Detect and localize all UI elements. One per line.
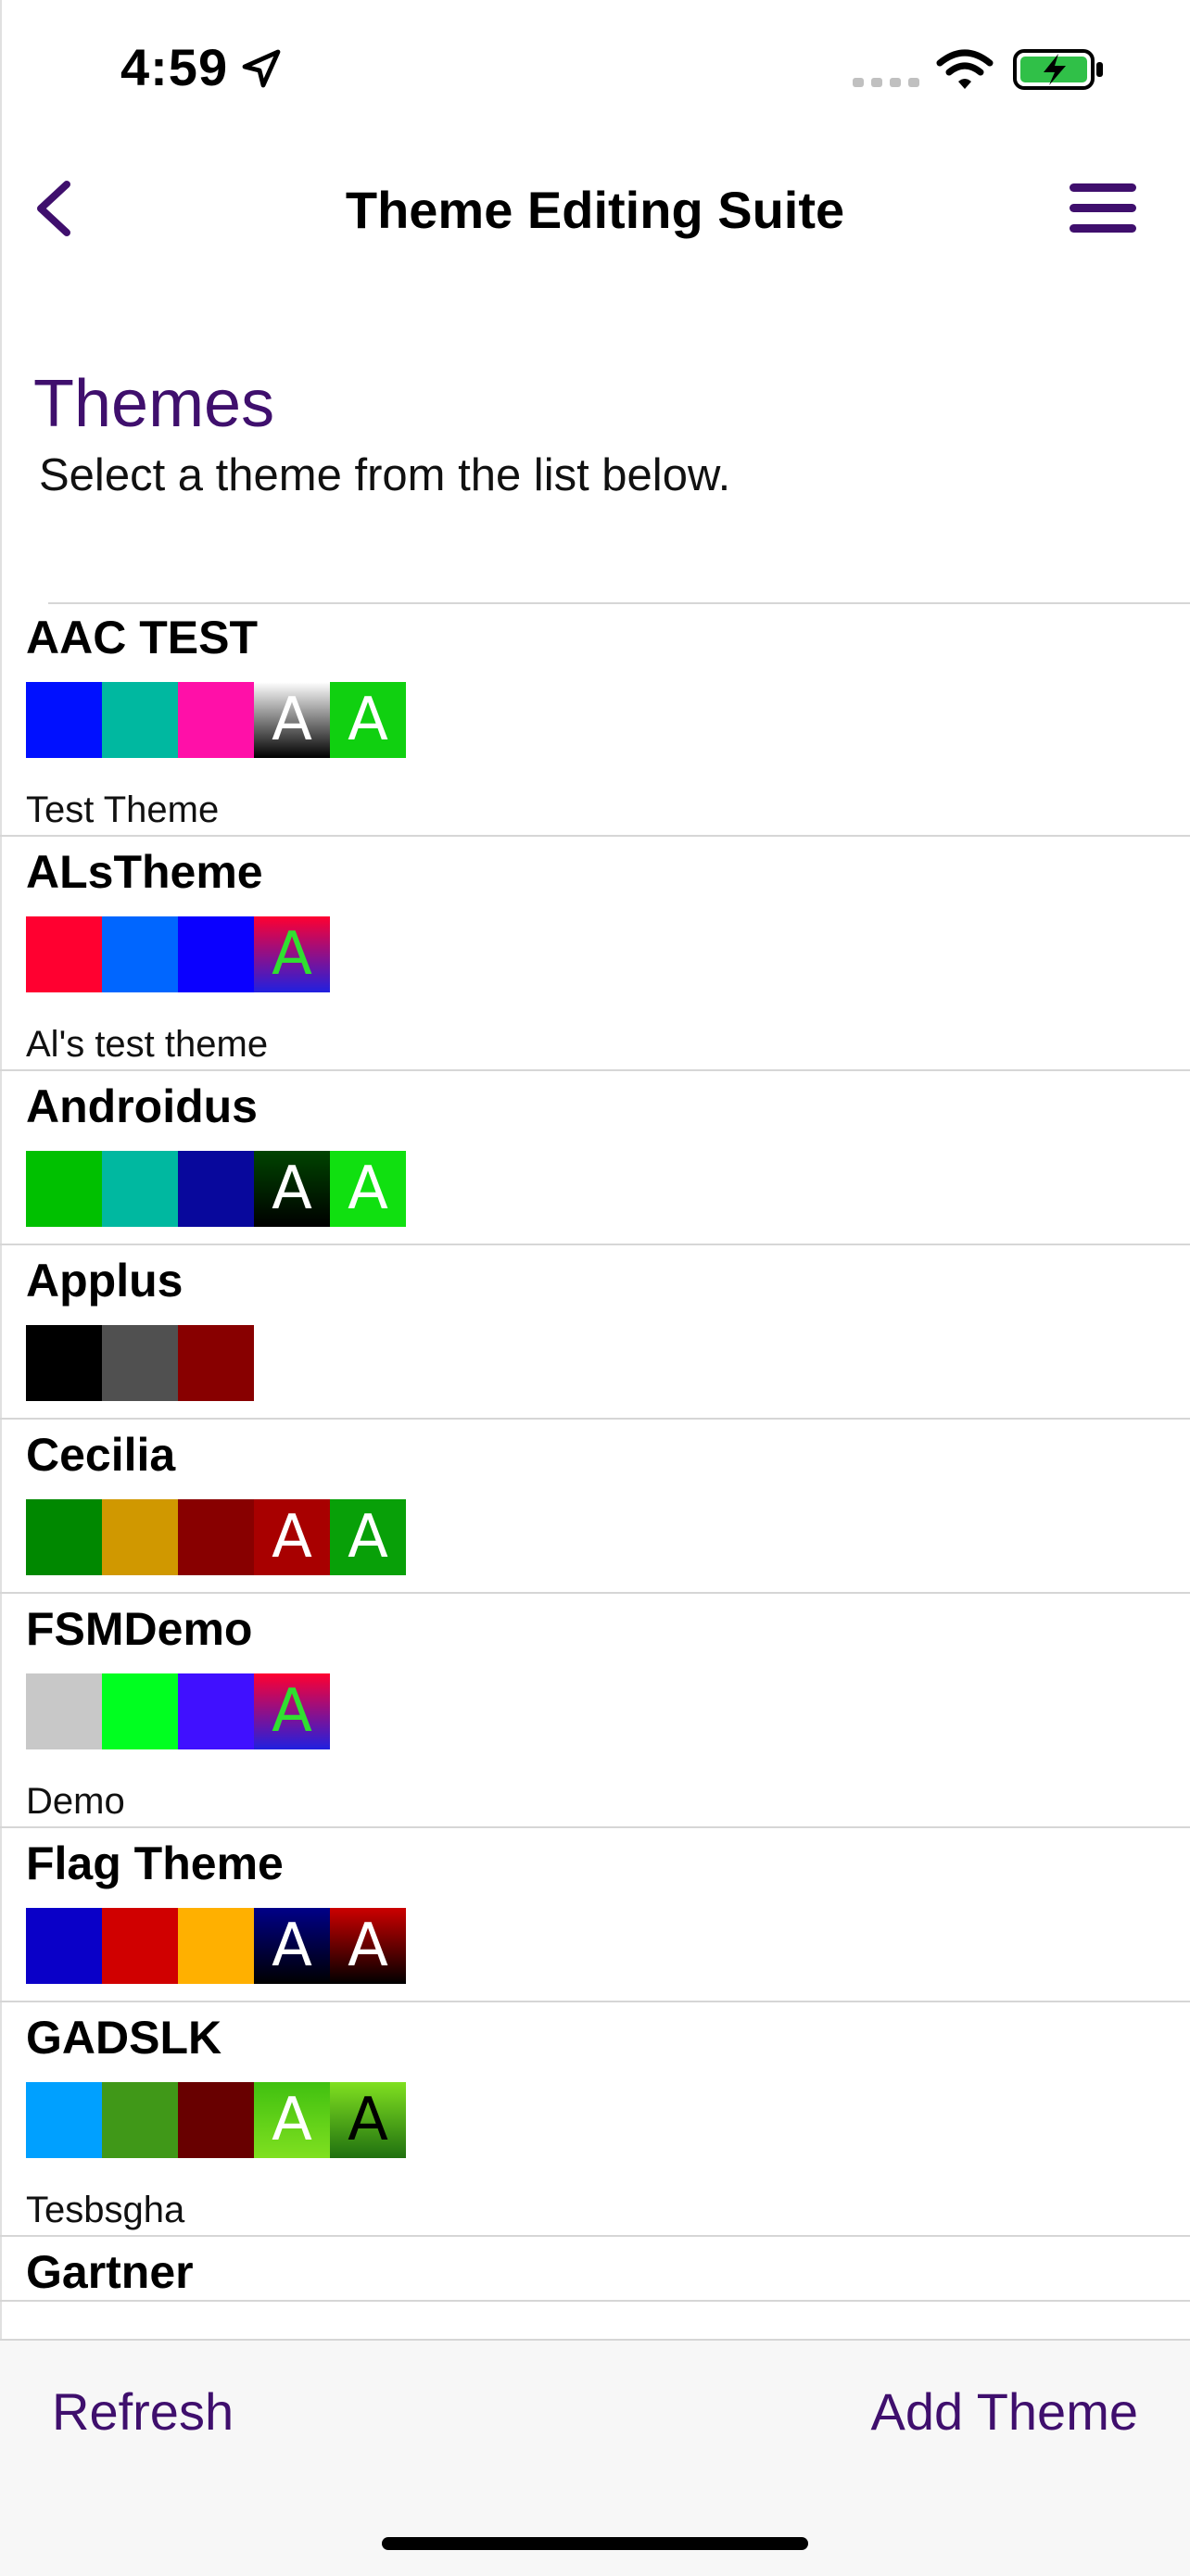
theme-row[interactable]: Gartner — [0, 2237, 1190, 2302]
theme-swatches: A — [26, 1673, 1190, 1749]
color-swatch — [178, 1673, 254, 1749]
color-swatch — [102, 1908, 178, 1984]
navigation-bar: Theme Editing Suite — [0, 148, 1190, 269]
color-swatch — [26, 682, 102, 758]
color-swatch — [26, 1499, 102, 1575]
refresh-button[interactable]: Refresh — [52, 2381, 234, 2442]
theme-swatches — [26, 1325, 1190, 1401]
text-color-swatch: A — [330, 682, 406, 758]
color-swatch — [102, 1325, 178, 1401]
status-time: 4:59 — [120, 38, 229, 96]
color-swatch — [178, 682, 254, 758]
theme-swatches: AA — [26, 1908, 1190, 1984]
home-indicator — [382, 2537, 808, 2550]
theme-name: GADSLK — [26, 2012, 222, 2064]
theme-name: Flag Theme — [26, 1837, 284, 1889]
theme-row[interactable]: GADSLK A A Tesbsgha — [0, 2002, 1190, 2237]
theme-description: Al's test theme — [26, 1024, 269, 1065]
theme-row[interactable]: Androidus A A — [0, 1071, 1190, 1245]
wifi-icon — [936, 49, 994, 89]
list-top-divider — [48, 602, 1190, 604]
color-swatch — [178, 1908, 254, 1984]
theme-name: FSMDemo — [26, 1603, 253, 1655]
color-swatch — [102, 682, 178, 758]
color-swatch — [178, 916, 254, 992]
text-color-swatch: A — [330, 1151, 406, 1227]
text-color-swatch: A — [330, 1499, 406, 1575]
color-swatch — [26, 1325, 102, 1401]
theme-name: Androidus — [26, 1080, 258, 1132]
color-swatch — [102, 1151, 178, 1227]
color-swatch — [26, 1673, 102, 1749]
theme-name: AAC TEST — [26, 612, 258, 663]
page-subtitle: Select a theme from the list below. — [39, 450, 731, 500]
add-theme-button[interactable]: Add Theme — [871, 2381, 1138, 2442]
text-color-swatch: A — [330, 2082, 406, 2158]
color-swatch — [26, 916, 102, 992]
text-color-swatch: A — [254, 1151, 330, 1227]
theme-row[interactable]: Flag Theme A A — [0, 1828, 1190, 2002]
theme-swatches: AA — [26, 682, 1190, 758]
theme-description: Tesbsgha — [26, 2190, 185, 2230]
color-swatch — [178, 2082, 254, 2158]
theme-swatches: AA — [26, 1151, 1190, 1227]
color-swatch — [26, 2082, 102, 2158]
theme-name: Cecilia — [26, 1429, 176, 1481]
battery-charging-icon — [1013, 49, 1103, 90]
cellular-signal-icon — [853, 78, 919, 87]
color-swatch — [102, 1673, 178, 1749]
theme-name: Applus — [26, 1255, 184, 1307]
theme-description: Demo — [26, 1781, 125, 1822]
color-swatch — [102, 1499, 178, 1575]
status-bar: 4:59 — [0, 0, 1190, 139]
theme-name: ALsTheme — [26, 846, 263, 898]
text-color-swatch: A — [254, 2082, 330, 2158]
color-swatch — [102, 2082, 178, 2158]
color-swatch — [26, 1151, 102, 1227]
text-color-swatch: A — [254, 916, 330, 992]
theme-list[interactable]: AAC TEST A A Test Theme ALsTheme A Al's test t… — [0, 602, 1190, 2339]
theme-row[interactable]: Cecilia A A — [0, 1420, 1190, 1594]
text-color-swatch: A — [254, 1499, 330, 1575]
page-heading: Themes — [33, 367, 275, 441]
nav-title: Theme Editing Suite — [345, 181, 845, 239]
color-swatch — [178, 1325, 254, 1401]
text-color-swatch: A — [254, 682, 330, 758]
theme-row[interactable]: Applus — [0, 1245, 1190, 1420]
hamburger-menu-icon[interactable] — [1066, 178, 1140, 239]
color-swatch — [26, 1908, 102, 1984]
theme-name: Gartner — [26, 2246, 194, 2298]
theme-swatches: AA — [26, 1499, 1190, 1575]
theme-swatches: AA — [26, 2082, 1190, 2158]
color-swatch — [178, 1151, 254, 1227]
theme-description: Test Theme — [26, 789, 220, 830]
text-color-swatch: A — [254, 1908, 330, 1984]
location-arrow-icon — [242, 49, 281, 88]
theme-row[interactable]: AAC TEST A A Test Theme — [0, 602, 1190, 837]
text-color-swatch: A — [330, 1908, 406, 1984]
color-swatch — [102, 916, 178, 992]
text-color-swatch: A — [254, 1673, 330, 1749]
theme-row[interactable]: FSMDemo A Demo — [0, 1594, 1190, 1828]
color-swatch — [178, 1499, 254, 1575]
theme-swatches: A — [26, 916, 1190, 992]
theme-row[interactable]: ALsTheme A Al's test theme — [0, 837, 1190, 1071]
